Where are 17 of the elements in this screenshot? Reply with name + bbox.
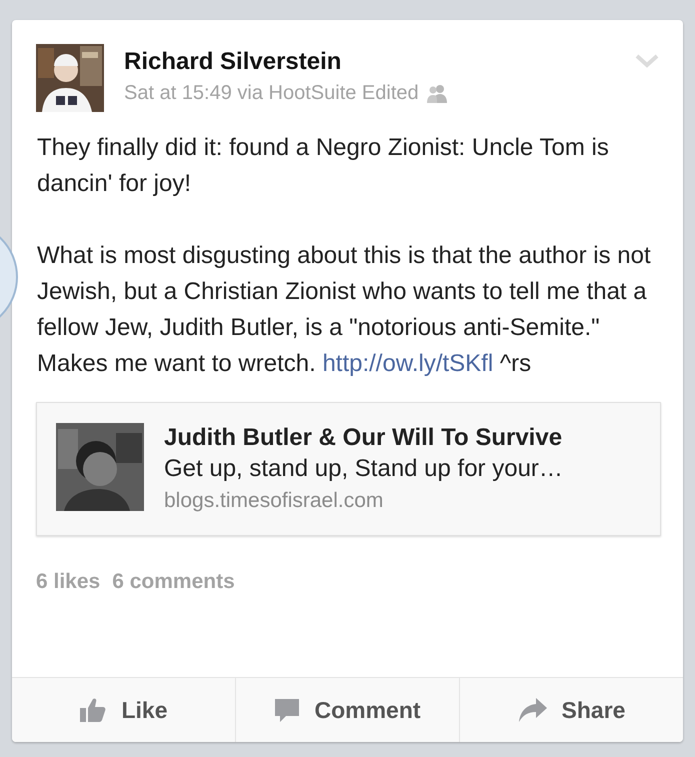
post-text: They finally did it: found a Negro Zionist: Uncle Tom is dancin' for joy!	[37, 133, 610, 199]
speech-bubble-icon	[274, 696, 300, 724]
friends-icon	[424, 84, 449, 104]
like-button[interactable]: Like	[12, 678, 235, 742]
link-title: Judith Butler & Our Will To Survive	[164, 423, 563, 453]
author-name[interactable]: Richard Silverstein	[124, 48, 449, 76]
link-description: Get up, stand up, Stand up for your…	[164, 454, 563, 484]
link-preview-card[interactable]: Judith Butler & Our Will To Survive Get up, stand up, Stand up for your… blogs.timesofisrael.com	[36, 402, 661, 536]
post-meta: Sat at 15:49 via HootSuite Edited	[124, 82, 419, 105]
link-domain: blogs.timesofisrael.com	[164, 488, 384, 514]
post-text: What is most disgusting about this is that the author is not Jewish, but a Christian Zionist who wants to tell me that a fellow Jew, Judith Butler, is a "notorious anti-Semite." Makes me want to wretch. http://ow.ly/tSKfl ^rs	[37, 241, 652, 379]
chevron-down-icon[interactable]	[635, 54, 659, 68]
link[interactable]: http://ow.ly/tSKfl	[322, 350, 494, 377]
thumbs-up-icon	[79, 696, 108, 724]
share-arrow-icon	[518, 697, 548, 723]
share-button[interactable]: Share	[459, 678, 683, 742]
comment-button[interactable]: Comment	[235, 678, 459, 742]
